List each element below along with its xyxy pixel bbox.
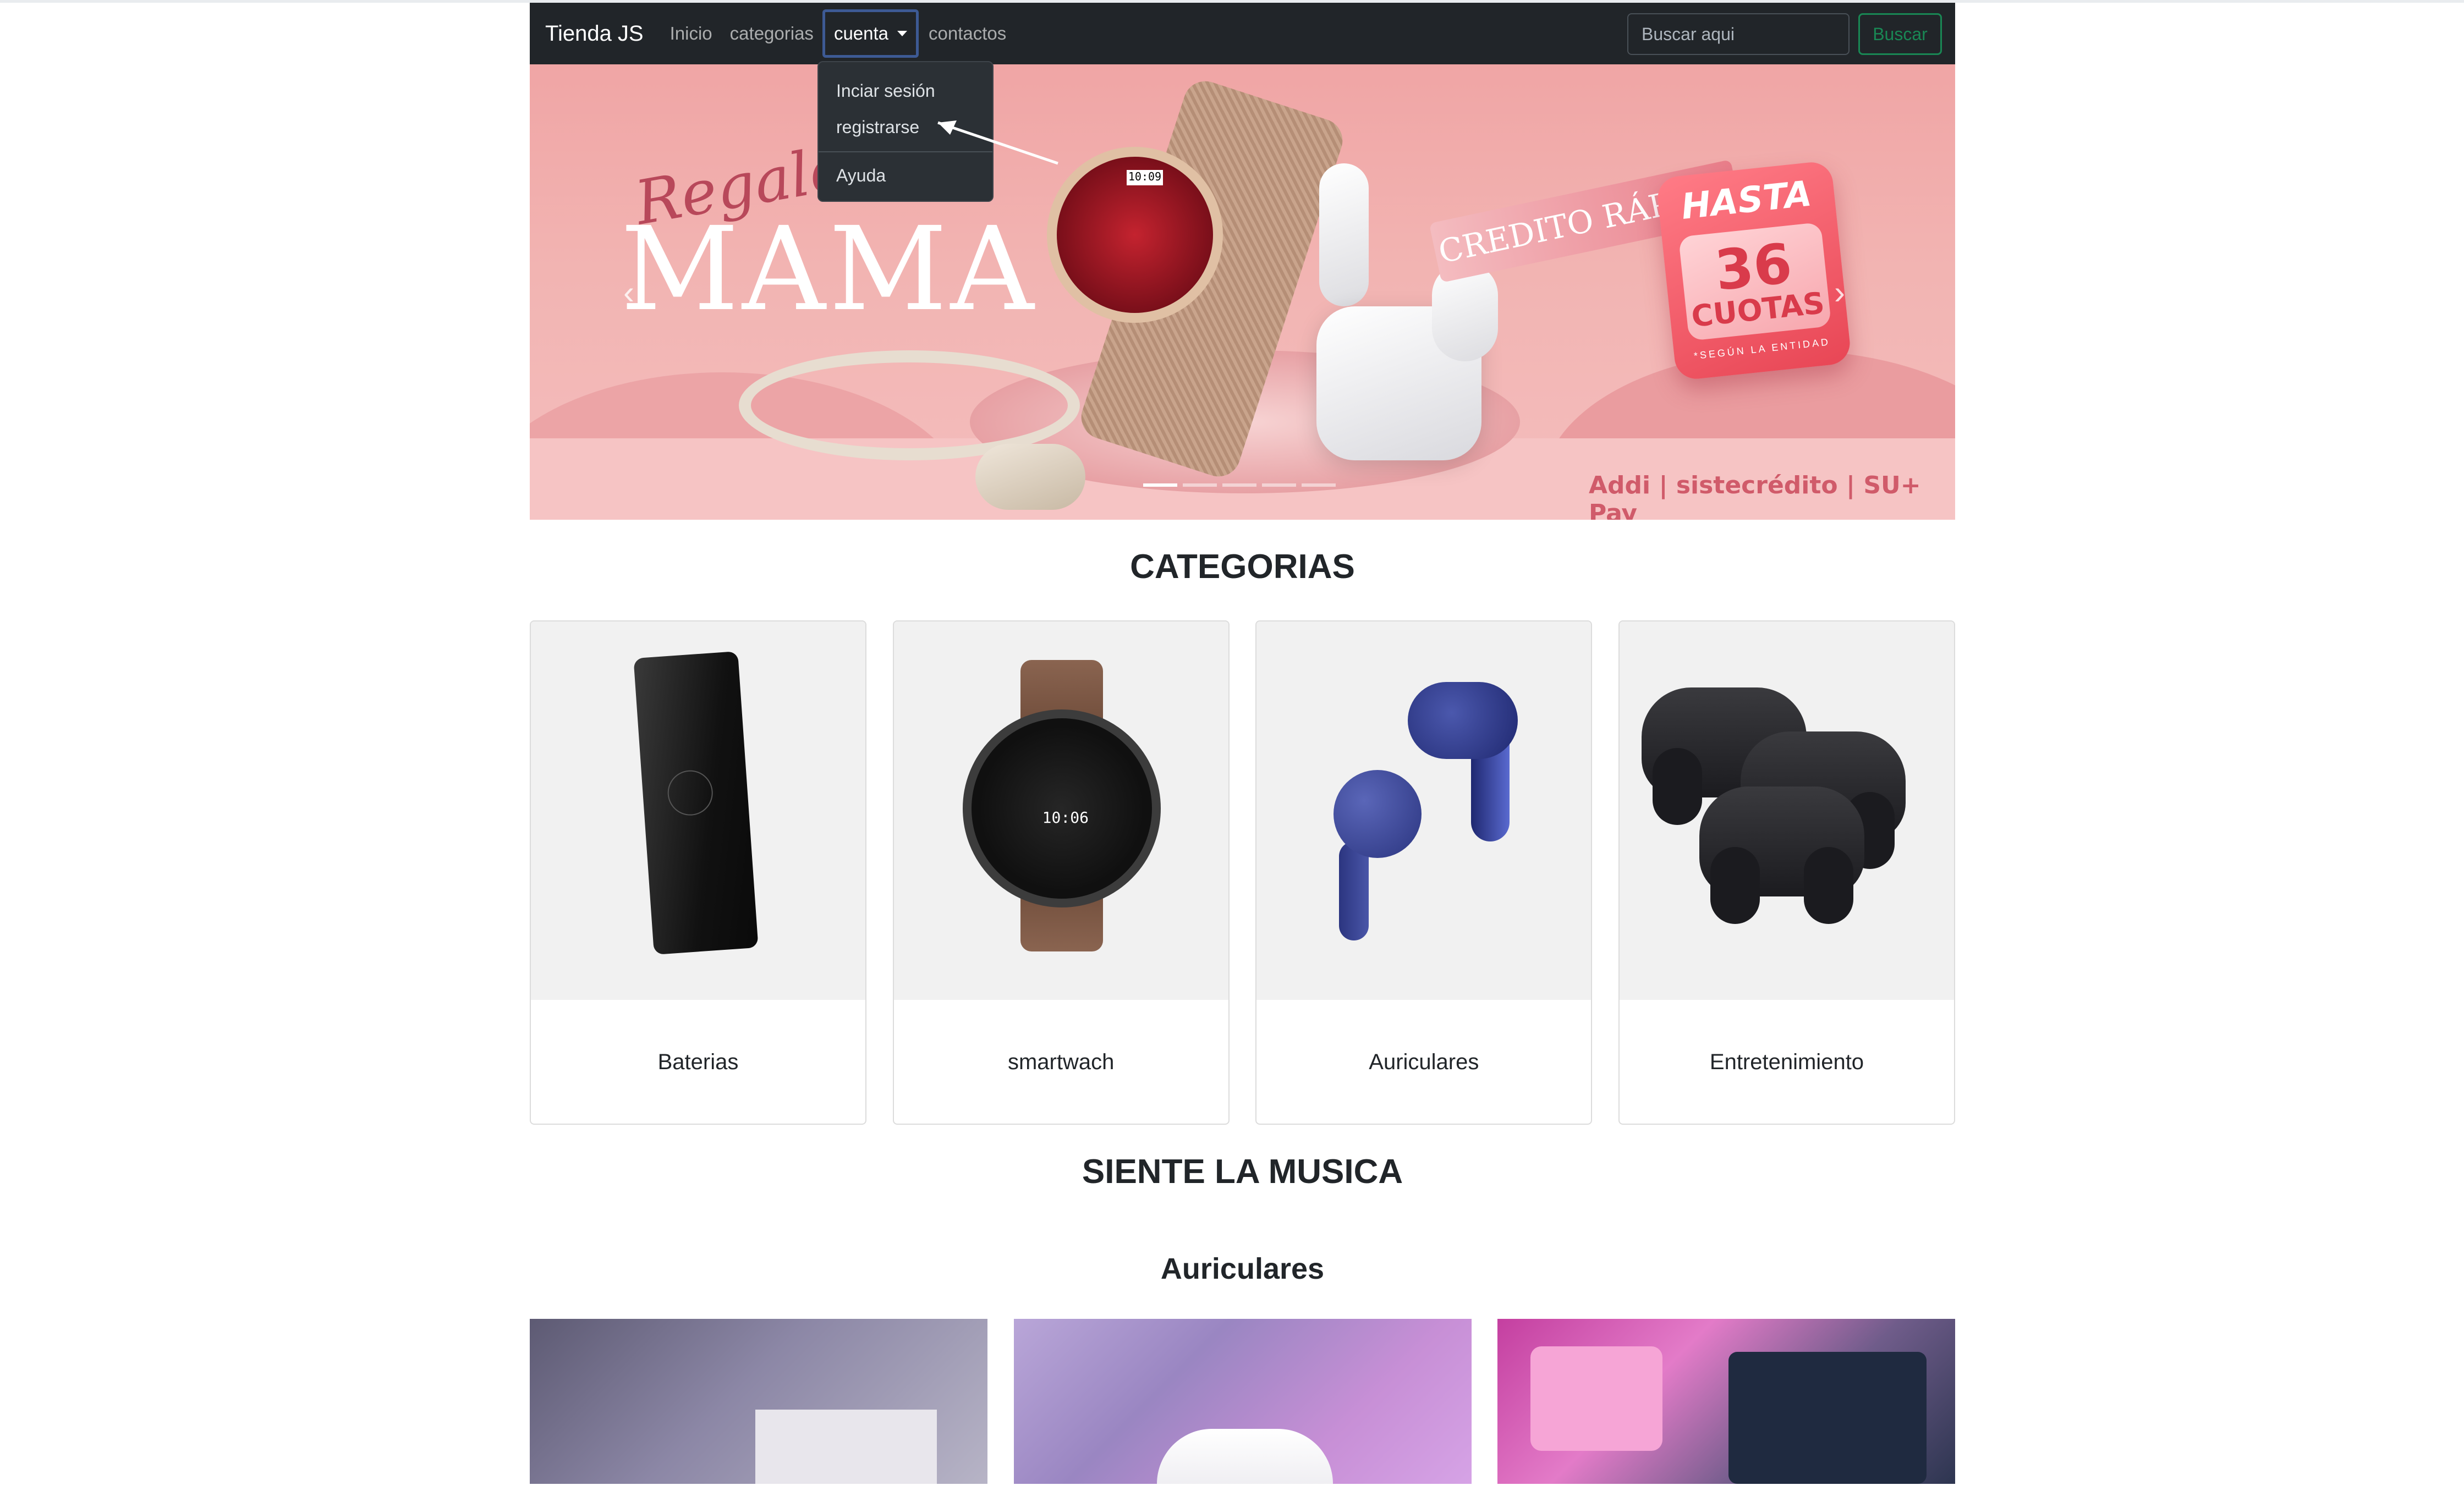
- carousel-indicator[interactable]: [1302, 483, 1336, 487]
- category-card-entretenimiento[interactable]: Entretenimiento: [1618, 620, 1955, 1125]
- watch-time: 10:06: [1042, 808, 1089, 827]
- hero-headline: MAMA: [621, 202, 1038, 337]
- hero-watch-time: 10:09: [1127, 170, 1163, 185]
- carousel-indicator[interactable]: [1262, 483, 1296, 487]
- category-image: [1619, 621, 1954, 1000]
- cuenta-dropdown-menu: Inciar sesión registrarse Ayuda: [817, 61, 994, 202]
- headphone-pod-image: [975, 444, 1085, 510]
- page-container: Tienda JS Inicio categorias cuenta conta…: [530, 3, 1955, 1484]
- category-label: Baterias: [657, 1050, 739, 1074]
- carousel-indicator[interactable]: [1183, 483, 1217, 487]
- navbar: Tienda JS Inicio categorias cuenta conta…: [530, 3, 1955, 202]
- product-image[interactable]: [1497, 1319, 1955, 1484]
- category-label: Entretenimiento: [1709, 1050, 1864, 1074]
- category-card-smartwach[interactable]: 10:06 smartwach: [892, 620, 1230, 1125]
- category-card-baterias[interactable]: Baterias: [530, 620, 866, 1125]
- nav-link-categorias[interactable]: categorias: [730, 23, 814, 44]
- earbud-icon: [1408, 682, 1518, 759]
- hero-carousel[interactable]: Regalo i MAMA 10:09 CREDITO RÁPIDO HASTA…: [530, 64, 1955, 520]
- dropdown-item-help[interactable]: Ayuda: [819, 159, 992, 195]
- carousel-indicator[interactable]: [1222, 483, 1256, 487]
- category-card-auriculares[interactable]: Auriculares: [1255, 620, 1593, 1125]
- dropdown-item-login[interactable]: Inciar sesión: [819, 74, 992, 111]
- category-label: smartwach: [1007, 1050, 1115, 1074]
- payment-partners: Addi | sistecrédito | SU+ Pay: [1589, 471, 1921, 520]
- product-image[interactable]: [1013, 1319, 1472, 1484]
- carousel-indicator[interactable]: [1143, 483, 1177, 487]
- earbud-icon: [1333, 770, 1422, 858]
- search-input[interactable]: [1627, 13, 1850, 55]
- category-image: [1256, 621, 1592, 1000]
- categories-title: CATEGORIAS: [1130, 548, 1355, 586]
- badge-top-text: HASTA: [1679, 173, 1814, 228]
- categories-grid: Baterias 10:06 smartwach Auriculares Ent…: [530, 620, 1955, 1125]
- nav-dropdown-cuenta[interactable]: cuenta: [822, 9, 919, 58]
- installments-badge: HASTA 36 CUOTAS *SEGÚN LA ENTIDAD: [1655, 160, 1852, 381]
- nav-dropdown-cuenta-label: cuenta: [833, 23, 889, 43]
- carousel-prev-icon[interactable]: ‹: [623, 273, 645, 311]
- brand-logo[interactable]: Tienda JS: [545, 21, 644, 46]
- dropdown-divider: [819, 151, 992, 152]
- carousel-indicators: [1143, 483, 1336, 487]
- music-subtitle: Auriculares: [1160, 1252, 1325, 1285]
- earbud-image: [1319, 163, 1369, 306]
- carousel-next-icon[interactable]: ›: [1834, 273, 1856, 311]
- products-grid: [530, 1319, 1955, 1484]
- category-label: Auriculares: [1369, 1050, 1479, 1074]
- music-section-title: SIENTE LA MUSICA: [1082, 1153, 1403, 1191]
- power-bank-icon: [633, 651, 759, 955]
- earbud-stem-icon: [1339, 841, 1369, 940]
- category-image: 10:06: [893, 621, 1228, 1000]
- nav-link-inicio[interactable]: Inicio: [670, 23, 712, 44]
- search-button[interactable]: Buscar: [1858, 13, 1942, 55]
- caret-down-icon: [897, 31, 908, 36]
- dropdown-item-register[interactable]: registrarse: [819, 111, 992, 147]
- gamepad-icon: [1699, 786, 1864, 924]
- product-image[interactable]: [530, 1319, 987, 1484]
- nav-link-contactos[interactable]: contactos: [929, 23, 1006, 44]
- category-image: [531, 621, 865, 1000]
